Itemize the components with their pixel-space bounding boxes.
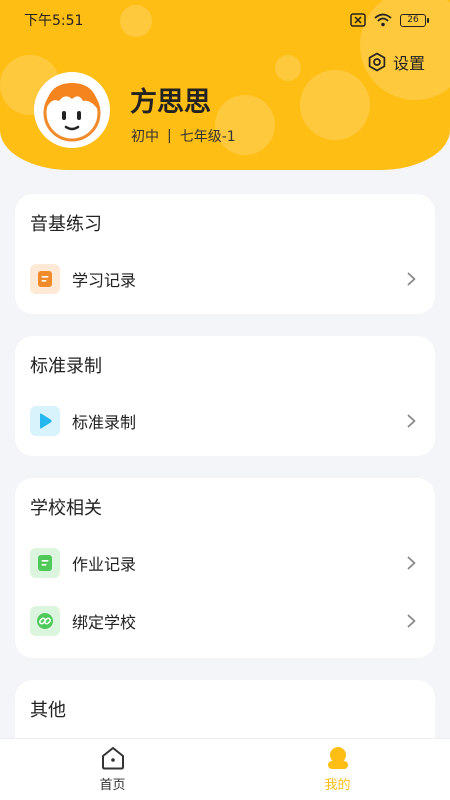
- home-icon: [101, 747, 124, 770]
- section-card-practice: 音基练习 学习记录: [15, 194, 435, 314]
- tab-label: 我的: [324, 778, 351, 793]
- study-record-row[interactable]: 学习记录: [30, 250, 420, 308]
- grade-separator: |: [167, 128, 172, 144]
- bind-school-row[interactable]: 绑定学校: [30, 592, 420, 650]
- tab-label: 首页: [99, 778, 126, 793]
- settings-button[interactable]: 设置: [367, 50, 425, 74]
- tab-home[interactable]: 首页: [0, 739, 225, 800]
- standard-recording-row[interactable]: 标准录制: [30, 392, 420, 450]
- document-icon: [30, 548, 60, 578]
- profile-header: 下午5:51 26 设置 方思思 初中 | 七年级-1: [0, 0, 450, 170]
- document-icon: [30, 264, 60, 294]
- no-sim-icon: [350, 13, 366, 27]
- section-title: 音基练习: [30, 214, 102, 235]
- wifi-icon: [374, 13, 392, 27]
- homework-record-row[interactable]: 作业记录: [30, 534, 420, 592]
- user-name: 方思思: [130, 87, 211, 118]
- settings-label: 设置: [392, 54, 425, 73]
- row-label: 标准录制: [72, 413, 137, 432]
- section-card-recording: 标准录制 标准录制: [15, 336, 435, 456]
- chevron-right-icon: [404, 556, 418, 570]
- battery-icon: 26: [400, 13, 429, 27]
- status-icons: 26: [350, 13, 429, 27]
- row-label: 学习记录: [72, 271, 137, 290]
- play-icon: [30, 406, 60, 436]
- tab-mine[interactable]: 我的: [225, 739, 450, 800]
- chevron-right-icon: [404, 272, 418, 286]
- status-time: 下午5:51: [24, 13, 84, 29]
- avatar[interactable]: [34, 72, 110, 148]
- chevron-right-icon: [404, 414, 418, 428]
- avatar-face-icon: [43, 83, 101, 142]
- user-grade: 初中 | 七年级-1: [131, 126, 236, 146]
- row-label: 作业记录: [72, 555, 137, 574]
- section-title: 学校相关: [30, 498, 102, 519]
- section-card-school: 学校相关 作业记录 绑定学校: [15, 478, 435, 658]
- row-label: 绑定学校: [72, 613, 137, 632]
- link-icon: [30, 606, 60, 636]
- class-name: 七年级-1: [179, 129, 236, 145]
- gear-icon: [368, 52, 386, 72]
- section-title: 其他: [30, 700, 66, 721]
- status-bar: 下午5:51 26: [0, 0, 450, 40]
- bottom-tab-bar: 首页 我的: [0, 738, 450, 800]
- school-level: 初中: [131, 129, 159, 145]
- section-title: 标准录制: [30, 356, 102, 377]
- user-icon: [327, 747, 348, 769]
- battery-level: 26: [407, 15, 419, 25]
- chevron-right-icon: [404, 614, 418, 628]
